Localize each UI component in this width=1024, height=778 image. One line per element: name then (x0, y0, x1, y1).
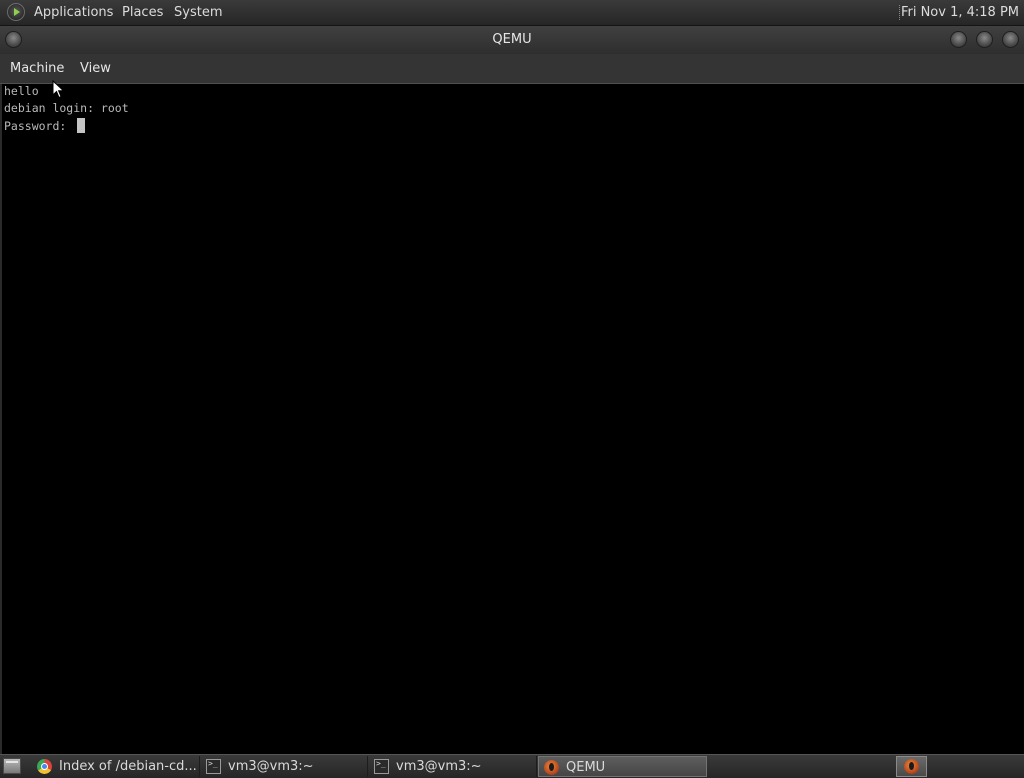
console-line-login: debian login: root (4, 101, 129, 115)
task-label: vm3@vm3:~ (228, 759, 314, 774)
window-title: QEMU (492, 32, 532, 47)
password-prompt: Password: (4, 119, 74, 133)
tray-qemu-launcher[interactable] (896, 756, 927, 777)
system-menu[interactable]: System (174, 4, 222, 21)
qemu-icon (544, 760, 559, 775)
desktop-screen: Applications Places System Fri Nov 1, 4:… (0, 0, 1024, 778)
task-label: Index of /debian-cd... (59, 759, 197, 774)
task-qemu[interactable]: QEMU (538, 756, 707, 777)
text-cursor (77, 118, 86, 133)
view-menu[interactable]: View (80, 61, 111, 77)
window-titlebar[interactable]: QEMU (0, 26, 1024, 54)
show-desktop-icon[interactable] (3, 758, 21, 774)
panel-clock[interactable]: Fri Nov 1, 4:18 PM (901, 4, 1019, 21)
top-panel: Applications Places System Fri Nov 1, 4:… (0, 0, 1024, 26)
applications-menu-icon[interactable] (7, 3, 25, 21)
terminal-icon (374, 759, 389, 774)
qemu-menubar: Machine View (0, 54, 1024, 84)
task-browser[interactable]: Index of /debian-cd... (32, 756, 200, 777)
maximize-button[interactable] (976, 31, 993, 48)
places-menu[interactable]: Places (122, 4, 163, 21)
console-line-password: Password: (4, 118, 86, 133)
task-terminal-2[interactable]: vm3@vm3:~ (369, 756, 537, 777)
console-line-hello: hello (4, 84, 39, 98)
minimize-button[interactable] (950, 31, 967, 48)
chrome-icon (37, 759, 52, 774)
task-label: QEMU (566, 760, 606, 775)
close-button[interactable] (1002, 31, 1019, 48)
task-terminal-1[interactable]: vm3@vm3:~ (201, 756, 368, 777)
terminal-icon (206, 759, 221, 774)
qemu-icon (904, 759, 919, 774)
mouse-pointer-icon (52, 80, 65, 99)
applications-menu[interactable]: Applications (34, 4, 113, 21)
guest-console[interactable]: hello debian login: root Password: (0, 84, 1024, 754)
bottom-taskbar: Index of /debian-cd... vm3@vm3:~ vm3@vm3… (0, 754, 1024, 778)
machine-menu[interactable]: Machine (10, 61, 64, 77)
task-label: vm3@vm3:~ (396, 759, 482, 774)
